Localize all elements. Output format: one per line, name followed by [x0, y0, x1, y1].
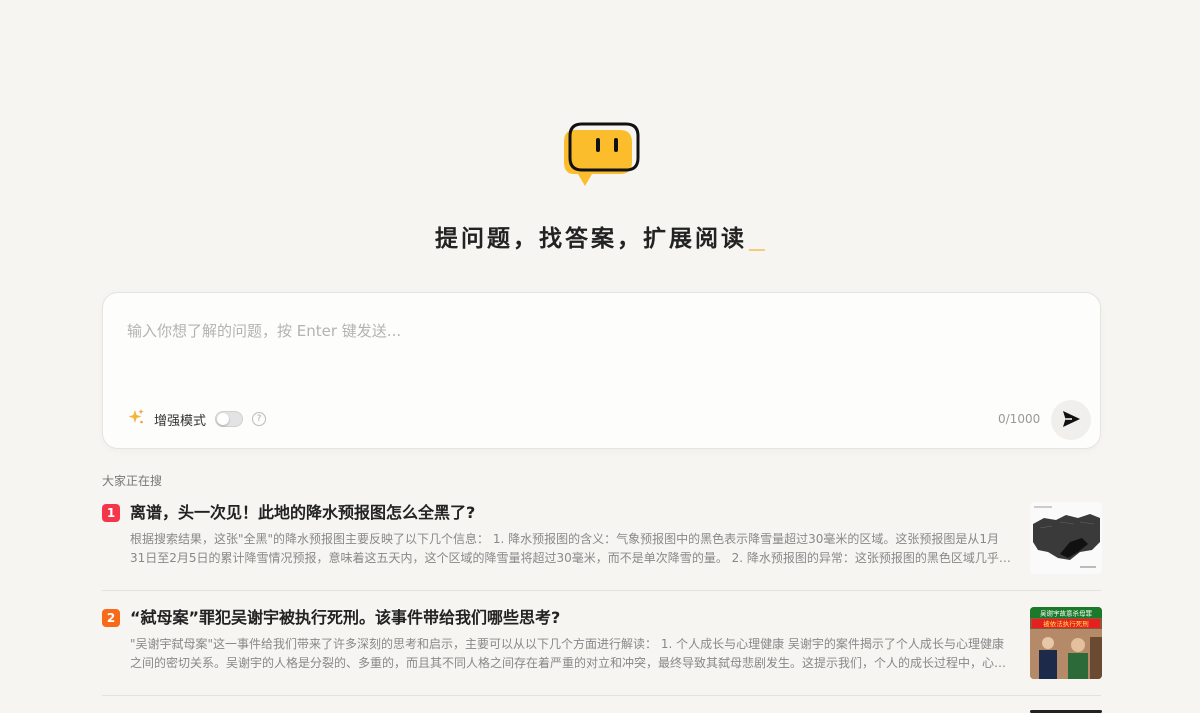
page: 提问题，找答案，扩展阅读 增强模式 ? 0/1000 — [0, 0, 1200, 713]
trending-item-title[interactable]: 离谱，头一次见！此地的降水预报图怎么全黑了? — [130, 502, 1010, 524]
enhance-mode-control: 增强模式 ? — [127, 408, 267, 430]
thumb-caption-bottom: 被依法执行死刑 — [1043, 619, 1089, 628]
sparkle-icon — [127, 408, 145, 430]
news-thumbnail[interactable]: 吴谢宇故意杀母罪 被依法执行死刑 — [1030, 607, 1102, 679]
trending-item-snippet: 根据搜索结果，这张"全黑"的降水预报图主要反映了以下几个信息： 1. 降水预报图… — [130, 532, 1011, 565]
help-icon[interactable]: ? — [252, 412, 267, 426]
divider — [102, 695, 1101, 696]
search-card: 增强模式 ? 0/1000 — [102, 292, 1101, 449]
send-button[interactable] — [1051, 400, 1091, 440]
enhance-mode-toggle[interactable] — [215, 411, 244, 427]
character-counter: 0/1000 — [998, 412, 1041, 426]
divider — [102, 590, 1101, 591]
trending-item-snippet: "吴谢宇弑母案"这一事件给我们带来了许多深刻的思考和启示，主要可以从以下几个方面… — [130, 637, 1004, 670]
search-input[interactable] — [127, 319, 1067, 343]
precipitation-map-thumbnail[interactable] — [1030, 502, 1102, 574]
trending-item[interactable]: 1 离谱，头一次见！此地的降水预报图怎么全黑了? 根据搜索结果，这张"全黑"的降… — [102, 502, 1102, 590]
trending-item-title[interactable]: “弑母案”罪犯吴谢宇被执行死刑。该事件带给我们哪些思考? — [130, 607, 1010, 629]
trending-label: 大家正在搜 — [102, 474, 163, 488]
typing-cursor — [749, 249, 765, 251]
enhance-mode-label: 增强模式 — [154, 413, 207, 429]
headline-text: 提问题，找答案，扩展阅读 — [435, 226, 747, 252]
send-icon — [1061, 409, 1081, 432]
rank-badge: 2 — [102, 609, 120, 627]
thumb-caption-top: 吴谢宇故意杀母罪 — [1040, 609, 1093, 618]
trending-item[interactable]: 2 “弑母案”罪犯吴谢宇被执行死刑。该事件带给我们哪些思考? "吴谢宇弑母案"这… — [102, 607, 1102, 695]
app-logo-icon — [560, 120, 644, 192]
page-title: 提问题，找答案，扩展阅读 — [0, 219, 1200, 253]
rank-badge: 1 — [102, 504, 120, 522]
toggle-knob — [217, 413, 230, 425]
